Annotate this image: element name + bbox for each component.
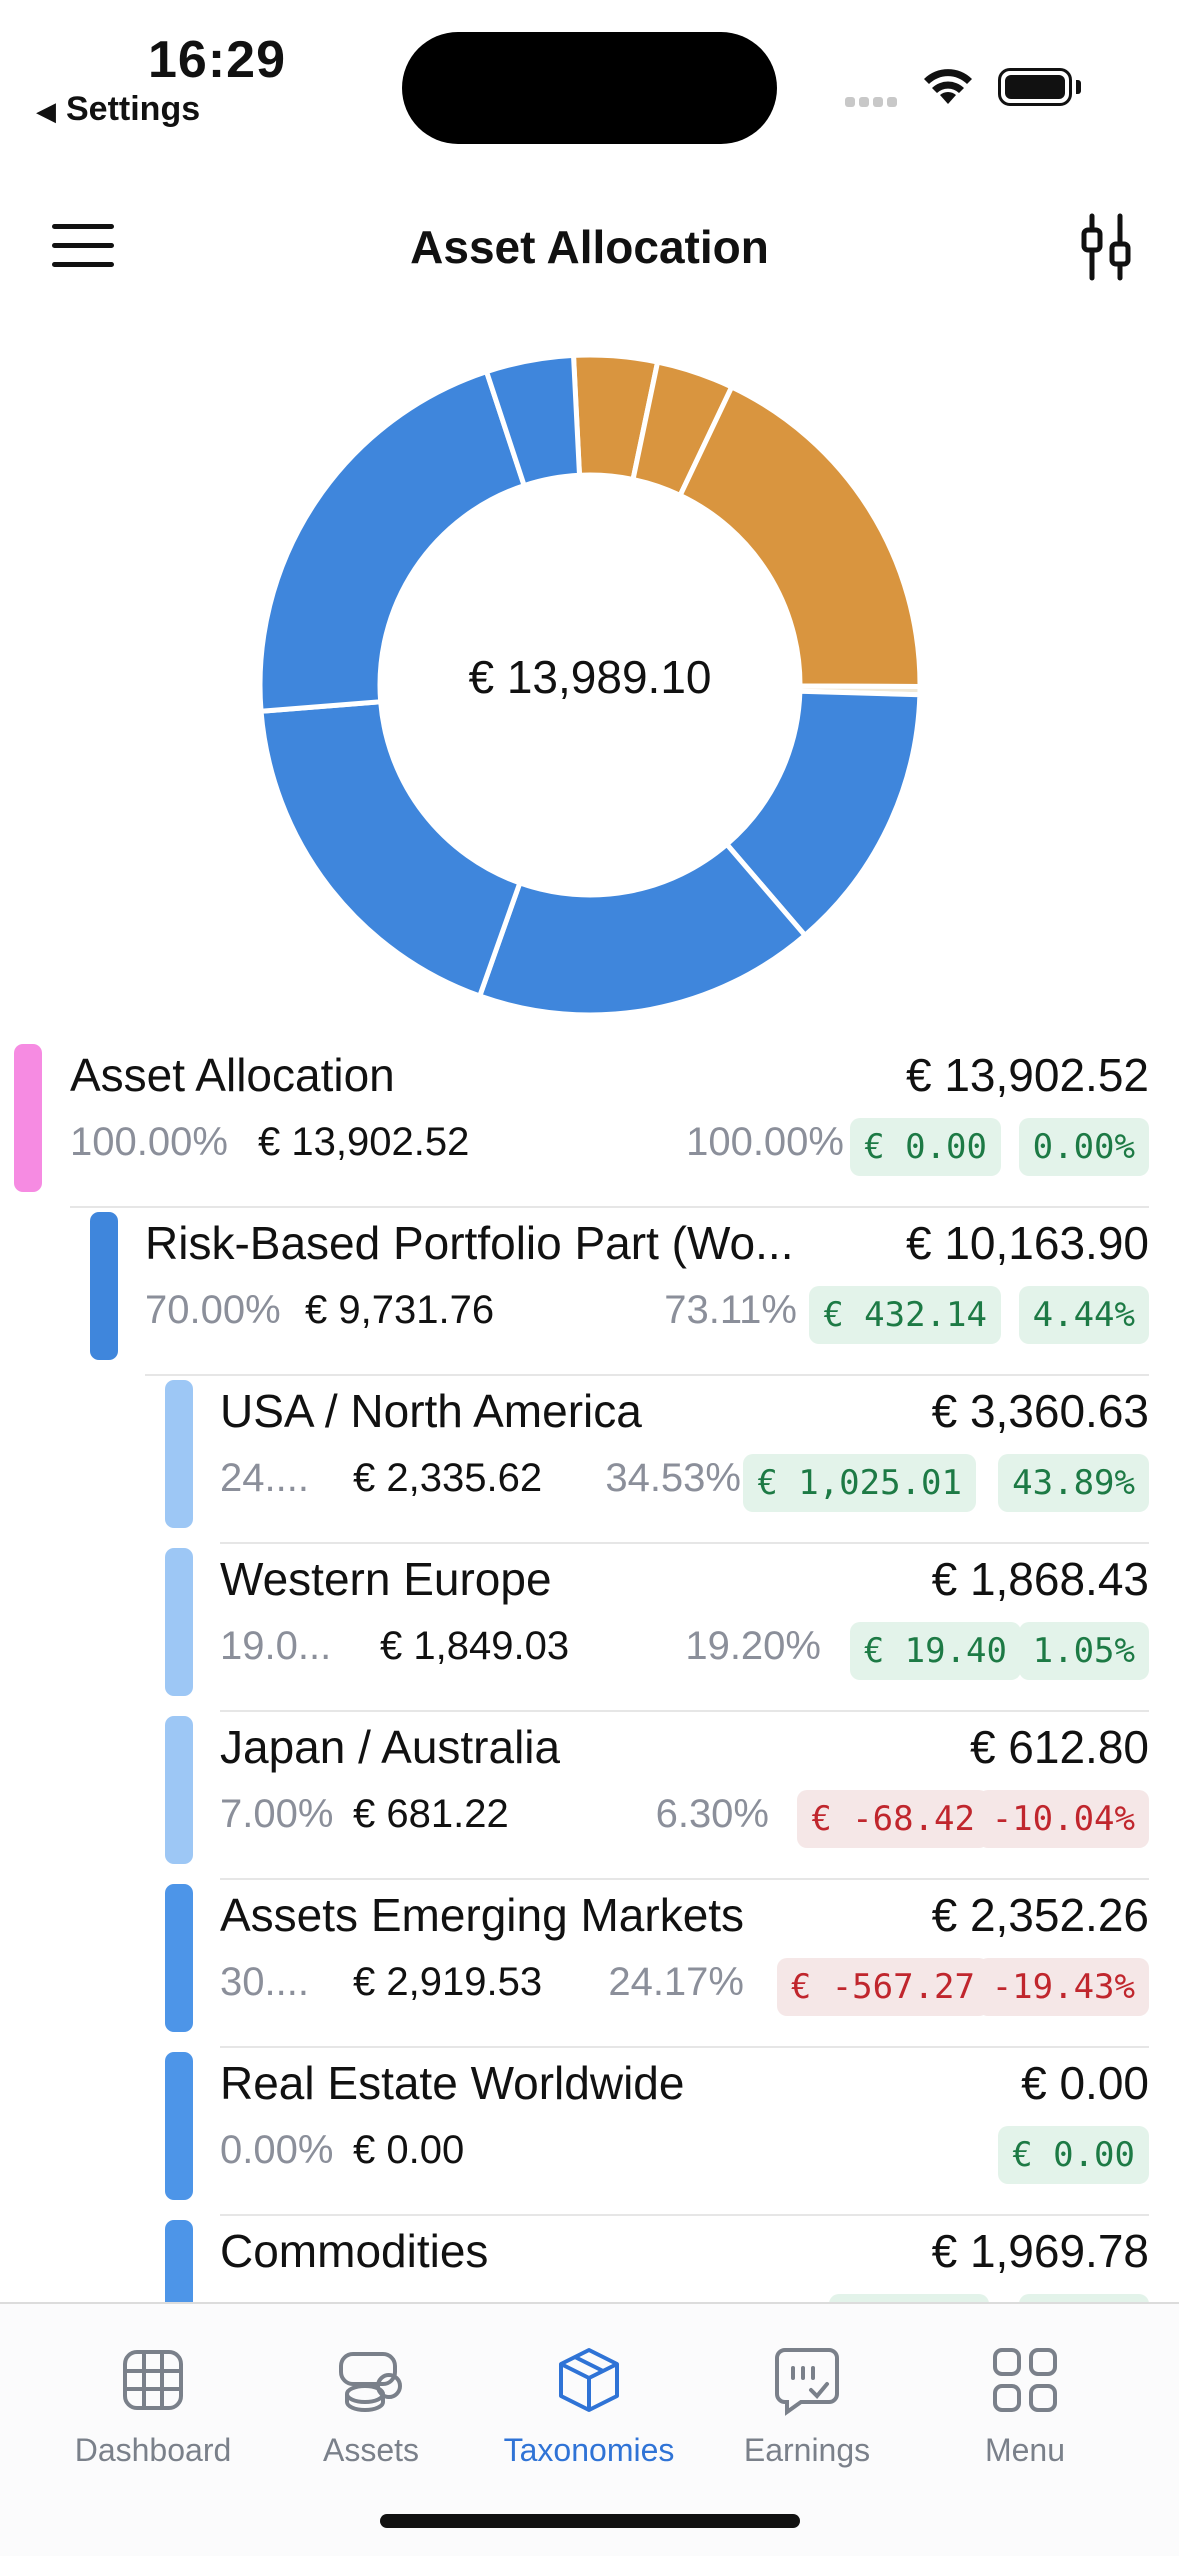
chart-total-value: € 13,989.10 [468,651,712,703]
delta-amount-badge: € -68.42 [797,1790,989,1848]
item-value: € 1,868.43 [931,1553,1149,1605]
tab-taxonomies[interactable]: Taxonomies [489,2344,689,2469]
level-color-bar [165,1884,193,2032]
target-amount: € 13,902.52 [258,1120,470,1164]
tab-label: Earnings [743,2432,871,2468]
delta-amount-badge: € 0.00 [998,2126,1149,2184]
dynamic-island [402,32,777,144]
item-value: € 3,360.63 [931,1385,1149,1437]
tab-label: Dashboard [74,2432,232,2468]
list-item[interactable]: USA / North America € 3,360.63 24.... € … [0,1376,1179,1544]
status-time: 16:29 [148,31,286,89]
filter-settings-icon[interactable] [1074,212,1138,282]
actual-percent: 19.20% [685,1624,821,1668]
back-label: Settings [66,90,201,128]
list-item[interactable]: Real Estate Worldwide € 0.00 0.00% € 0.0… [0,2048,1179,2216]
grid-icon [123,2350,183,2410]
level-color-bar [165,2220,193,2302]
list-item[interactable]: Japan / Australia € 612.80 7.00% € 681.2… [0,1712,1179,1880]
apps-grid-icon [993,2348,1057,2412]
delta-amount-badge: € 0.00 [850,1118,1001,1176]
coins-icon [339,2352,402,2412]
target-amount: € 0.00 [353,2128,465,2172]
page-title: Asset Allocation [410,221,769,273]
delta-percent-badge: -10.04% [977,1790,1149,1848]
item-name: Commodities [220,2225,489,2277]
target-amount: € 2,919.53 [353,1960,543,2004]
delta-percent-badge: 1.05% [1018,1622,1149,1680]
taxonomy-list: Asset Allocation € 13,902.52 100.00% € 1… [0,1040,1179,2302]
list-item[interactable]: Western Europe € 1,868.43 19.0... € 1,84… [0,1544,1179,1712]
target-percent: 19.0... [220,1624,332,1668]
item-value: € 0.00 [1021,2057,1149,2109]
back-to-settings-link[interactable]: ◀ Settings [36,90,200,129]
target-percent: 24.... [220,1456,309,1500]
tab-menu[interactable]: Menu [925,2344,1125,2469]
item-name: Real Estate Worldwide [220,2057,685,2109]
list-item[interactable]: Assets Emerging Markets € 2,352.26 30...… [0,1880,1179,2048]
actual-percent: 100.00% [686,1120,844,1164]
item-name: Asset Allocation [70,1049,395,1101]
delta-percent-badge: 0.00% [1018,1118,1149,1176]
item-name: Assets Emerging Markets [220,1889,745,1941]
cellular-signal-icon [845,94,901,112]
wifi-icon [922,64,974,111]
item-name: USA / North America [220,1385,642,1437]
actual-percent: 34.53% [605,1456,741,1500]
tab-label: Taxonomies [503,2432,675,2468]
delta-percent-badge: 43.89% [998,1454,1149,1512]
tab-assets[interactable]: Assets [271,2344,471,2469]
item-value: € 2,352.26 [931,1889,1149,1941]
actual-percent: 24.17% [608,1960,744,2004]
list-item[interactable]: Asset Allocation € 13,902.52 100.00% € 1… [0,1040,1179,1208]
item-name: Risk-Based Portfolio Part (Wo... [145,1217,794,1269]
list-item[interactable]: Commodities € 1,969.78 [0,2216,1179,2302]
item-value: € 1,969.78 [931,2225,1149,2277]
level-color-bar [165,1716,193,1864]
actual-percent: 73.11% [664,1288,797,1332]
tab-earnings[interactable]: Earnings [707,2344,907,2469]
battery-icon [998,68,1072,106]
target-amount: € 681.22 [353,1792,509,1836]
list-item[interactable]: Risk-Based Portfolio Part (Wo... € 10,16… [0,1208,1179,1376]
delta-percent-badge [1019,2294,1149,2302]
item-value: € 10,163.90 [905,1217,1149,1269]
delta-amount-badge: € 1,025.01 [743,1454,976,1512]
level-color-bar [165,2052,193,2200]
delta-amount-badge [829,2294,989,2302]
tab-label: Menu [984,2432,1066,2468]
item-name: Japan / Australia [220,1721,561,1773]
donut-slice-7[interactable] [258,699,524,1000]
level-color-bar [14,1044,42,1192]
target-amount: € 2,335.62 [353,1456,543,1500]
level-color-bar [90,1212,118,1360]
actual-percent: 6.30% [655,1792,769,1836]
target-percent: 0.00% [220,2128,334,2172]
target-percent: 7.00% [220,1792,334,1836]
earnings-chat-icon [775,2348,839,2416]
target-percent: 70.00% [145,1288,281,1332]
target-amount: € 9,731.76 [305,1288,495,1332]
target-percent: 30.... [220,1960,309,2004]
level-color-bar [165,1548,193,1696]
back-arrow-icon: ◀ [36,96,56,126]
level-color-bar [165,1380,193,1528]
delta-amount-badge: € -567.27 [776,1958,989,2016]
item-name: Western Europe [220,1553,552,1605]
target-amount: € 1,849.03 [380,1624,570,1668]
battery-cap [1076,80,1081,94]
target-percent: 100.00% [70,1120,228,1164]
delta-amount-badge: € 19.40 [849,1622,1021,1680]
delta-percent-badge: -19.43% [977,1958,1149,2016]
tab-label: Assets [322,2432,420,2468]
cube-icon [559,2348,619,2412]
item-value: € 13,902.52 [905,1049,1149,1101]
delta-percent-badge: 4.44% [1018,1286,1149,1344]
home-indicator [380,2514,800,2528]
delta-amount-badge: € 432.14 [809,1286,1001,1344]
item-value: € 612.80 [969,1721,1149,1773]
status-bar: 16:29 ◀ Settings [0,0,1179,160]
donut-slice-3[interactable] [676,383,923,690]
tab-dashboard[interactable]: Dashboard [53,2344,253,2469]
